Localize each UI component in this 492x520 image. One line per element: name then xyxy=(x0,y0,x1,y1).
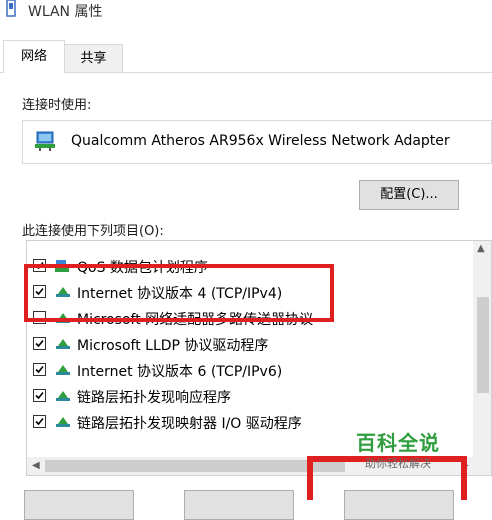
checkbox[interactable] xyxy=(33,337,46,350)
install-button[interactable] xyxy=(24,490,134,520)
horizontal-scroll-thumb[interactable] xyxy=(45,460,345,472)
list-item[interactable]: 链路层拓扑发现响应程序 xyxy=(27,383,467,409)
uninstall-button[interactable] xyxy=(184,490,294,520)
scroll-left-icon[interactable]: ◀ xyxy=(32,460,40,471)
tab-sharing[interactable]: 共享 xyxy=(64,44,123,72)
highlight-box xyxy=(24,264,334,322)
scroll-up-icon[interactable]: ▲ xyxy=(477,243,485,254)
protocol-icon xyxy=(56,365,70,375)
vertical-scroll-thumb[interactable] xyxy=(477,297,489,393)
list-item-label: Internet 协议版本 6 (TCP/IPv6) xyxy=(77,364,283,380)
tab-networking[interactable]: 网络 xyxy=(3,40,65,73)
network-adapter-icon xyxy=(35,131,55,151)
window-title: WLAN 属性 xyxy=(28,4,103,20)
network-icon xyxy=(6,0,16,17)
protocol-icon xyxy=(56,339,70,349)
configure-button[interactable]: 配置(C)... xyxy=(359,180,459,210)
list-item-label: 链路层拓扑发现映射器 I/O 驱动程序 xyxy=(77,416,302,432)
protocol-icon xyxy=(56,391,70,401)
check-icon xyxy=(35,339,44,348)
vertical-scrollbar[interactable]: ▲ xyxy=(473,241,491,457)
adapter-box: Qualcomm Atheros AR956x Wireless Network… xyxy=(22,120,492,164)
watermark-subtitle: 助你轻松解决 xyxy=(365,457,431,470)
list-item-label: Microsoft LLDP 协议驱动程序 xyxy=(77,338,269,354)
check-icon xyxy=(35,365,44,374)
checkbox[interactable] xyxy=(33,363,46,376)
list-item-label: 链路层拓扑发现响应程序 xyxy=(77,390,231,406)
checkbox[interactable] xyxy=(33,389,46,402)
title-bar: WLAN 属性 xyxy=(0,0,492,28)
list-item[interactable]: Internet 协议版本 6 (TCP/IPv6) xyxy=(27,357,467,383)
protocol-icon xyxy=(56,417,70,427)
watermark-title: 百科全说 xyxy=(356,431,440,455)
checkbox[interactable] xyxy=(33,415,46,428)
check-icon xyxy=(35,417,44,426)
adapter-name: Qualcomm Atheros AR956x Wireless Network… xyxy=(71,133,450,149)
connect-using-label: 连接时使用: xyxy=(22,98,92,113)
check-icon xyxy=(35,391,44,400)
list-item[interactable]: Microsoft LLDP 协议驱动程序 xyxy=(27,331,467,357)
items-label: 此连接使用下列项目(O): xyxy=(22,224,164,239)
